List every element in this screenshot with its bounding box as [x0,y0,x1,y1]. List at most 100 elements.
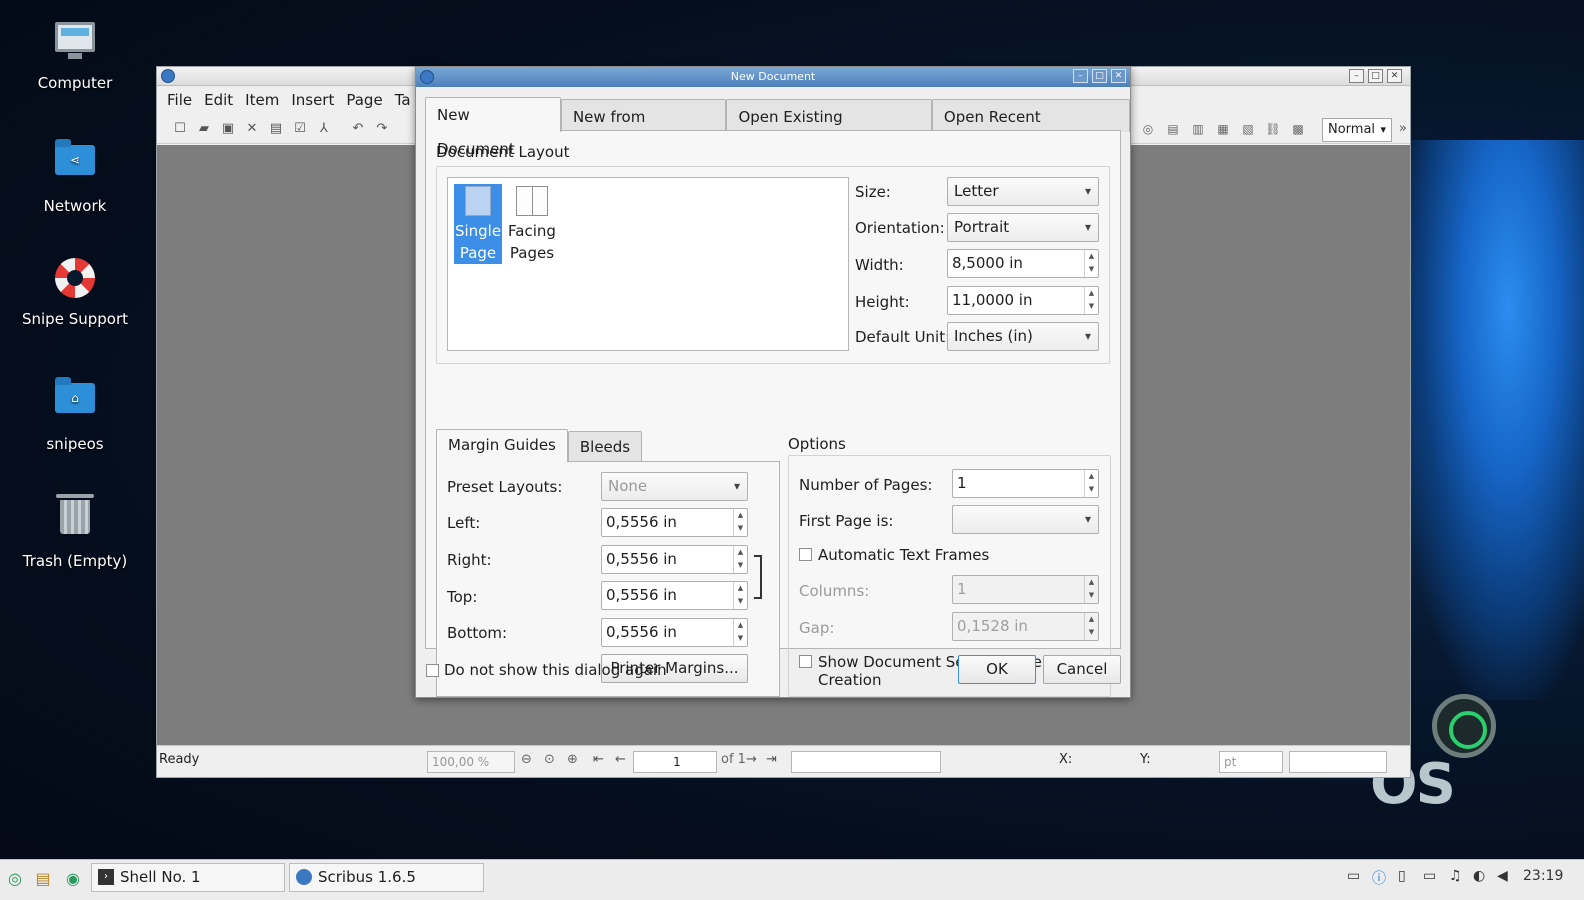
cancel-button[interactable]: Cancel [1043,655,1121,684]
default-unit-select[interactable]: Inches (in) [947,322,1099,351]
zoom-out-icon[interactable]: ⊖ [521,752,532,767]
bottom-margin-input[interactable]: 0,5556 in ▲ ▼ [601,618,748,647]
zoom-field[interactable]: 100,00 % [427,751,515,773]
previous-page-icon[interactable]: ← [615,752,626,767]
width-input[interactable]: 8,5000 in ▲ ▼ [947,249,1099,278]
ok-button[interactable]: OK [958,655,1036,684]
display-tray-icon[interactable]: ▭ [1423,868,1436,884]
zoom-100-icon[interactable]: ⊙ [544,752,555,767]
gap-input[interactable]: 0,1528 in ▲ ▼ [952,612,1099,641]
tab-open-existing[interactable]: Open Existing Document [726,99,932,160]
next-page-icon[interactable]: → [746,752,757,767]
new-document-icon[interactable]: ☐ [171,120,189,138]
edit-contents-icon[interactable]: ▥ [1187,119,1209,139]
close-button[interactable]: ✕ [1387,69,1402,83]
volume-icon[interactable]: ◀ [1497,868,1508,884]
spin-arrows-icon[interactable]: ▲ ▼ [733,619,747,646]
link-margins-chain-icon[interactable] [754,555,762,599]
number-of-pages-input[interactable]: 1 ▲ ▼ [952,469,1099,498]
layer-select[interactable] [791,751,941,773]
info-tray-icon[interactable]: ⓘ [1372,868,1386,888]
orientation-select[interactable]: Portrait [947,213,1099,242]
measure-icon[interactable]: ▩ [1287,119,1309,139]
height-input[interactable]: 11,0000 in ▲ ▼ [947,286,1099,315]
undo-icon[interactable]: ↶ [349,120,367,138]
gap-label: Gap: [799,619,835,637]
tab-new-document[interactable]: New Document [425,97,561,158]
left-margin-input[interactable]: 0,5556 in ▲ ▼ [601,508,748,537]
search-icon[interactable]: ◉ [62,868,84,890]
top-margin-input[interactable]: 0,5556 in ▲ ▼ [601,581,748,610]
story-editor-icon[interactable]: ▦ [1212,119,1234,139]
unlink-frames-icon[interactable]: ▧ [1237,119,1259,139]
first-page-icon[interactable]: ⇤ [593,752,604,767]
target-icon[interactable]: ◎ [1137,119,1159,139]
size-select[interactable]: Letter [947,177,1099,206]
style-select[interactable]: Normal [1322,118,1392,142]
print-icon[interactable]: ▤ [267,120,285,138]
spin-arrows-icon[interactable]: ▲ ▼ [733,546,747,573]
tab-open-recent[interactable]: Open Recent Document [931,99,1130,160]
spin-arrows-icon[interactable]: ▲ ▼ [1084,613,1098,640]
menu-table[interactable]: Ta [389,91,417,109]
clipboard-tray-icon[interactable]: ▯ [1398,868,1406,884]
preset-layouts-select[interactable]: None [601,472,748,501]
link-frames-icon[interactable]: ⛓ [1262,119,1284,139]
columns-input[interactable]: 1 ▲ ▼ [952,575,1099,604]
toolbar-overflow-icon[interactable]: » [1399,121,1407,136]
preflight-check-icon[interactable]: ☑ [291,120,309,138]
update-tray-icon[interactable]: ◐ [1473,868,1485,884]
network-tray-icon[interactable]: ▭ [1347,868,1360,884]
facing-pages-option[interactable]: Facing Pages [508,184,556,264]
unit-select[interactable]: pt [1219,751,1283,773]
file-manager-icon[interactable]: ▤ [32,868,54,890]
menu-file[interactable]: File [161,91,198,109]
start-menu-icon[interactable]: ◎ [4,868,26,890]
desktop-icon-computer[interactable]: Computer [10,18,140,92]
right-margin-input[interactable]: 0,5556 in ▲ ▼ [601,545,748,574]
dont-show-again-checkbox[interactable] [426,664,439,677]
spin-arrows-icon[interactable]: ▲ ▼ [1084,287,1098,314]
open-folder-icon[interactable]: ▰ [195,120,213,138]
spin-arrows-icon[interactable]: ▲ ▼ [1084,250,1098,277]
minimize-button[interactable]: – [1349,69,1364,83]
task-scribus[interactable]: Scribus 1.6.5 [289,863,484,892]
text-frame-icon[interactable]: ▤ [1162,119,1184,139]
desktop-icon-network[interactable]: ⋖ Network [10,137,140,215]
options-label: Options [788,435,846,453]
task-shell[interactable]: › Shell No. 1 [91,863,285,892]
tab-new-from-template[interactable]: New from Template [560,99,727,160]
redo-icon[interactable]: ↷ [373,120,391,138]
menu-edit[interactable]: Edit [198,91,239,109]
desktop-icon-trash[interactable]: Trash (Empty) [10,494,140,570]
first-page-select[interactable] [952,505,1099,534]
menu-page[interactable]: Page [340,91,388,109]
spin-arrows-icon[interactable]: ▲ ▼ [733,509,747,536]
view-mode-field[interactable] [1289,751,1387,773]
desktop-icon-snipe-support[interactable]: Snipe Support [10,256,140,328]
dialog-title: New Document [730,70,816,83]
spin-arrows-icon[interactable]: ▲ ▼ [1084,470,1098,497]
close-button[interactable]: ✕ [1111,69,1126,83]
maximize-button[interactable]: □ [1368,69,1383,83]
automatic-text-frames-checkbox[interactable] [799,548,812,561]
close-document-icon[interactable]: ✕ [243,120,261,138]
last-page-icon[interactable]: ⇥ [766,752,777,767]
single-page-option[interactable]: Single Page [454,184,502,264]
spin-arrows-icon[interactable]: ▲ ▼ [1084,576,1098,603]
maximize-button[interactable]: □ [1092,69,1107,83]
minimize-button[interactable]: – [1073,69,1088,83]
page-field[interactable]: 1 [633,751,717,773]
desktop-icon-home[interactable]: ⌂ snipeos [10,375,140,453]
show-settings-checkbox[interactable] [799,655,812,668]
zoom-in-icon[interactable]: ⊕ [567,752,578,767]
spin-arrows-icon[interactable]: ▲ ▼ [733,582,747,609]
save-icon[interactable]: ▣ [219,120,237,138]
notification-bell-icon[interactable]: ♫ [1449,868,1462,884]
tab-bleeds[interactable]: Bleeds [567,431,643,462]
menu-insert[interactable]: Insert [285,91,340,109]
menu-item[interactable]: Item [239,91,285,109]
tab-margin-guides[interactable]: Margin Guides [436,429,568,462]
export-pdf-icon[interactable]: ⅄ [315,120,333,138]
clock[interactable]: 23:19 [1523,868,1563,884]
